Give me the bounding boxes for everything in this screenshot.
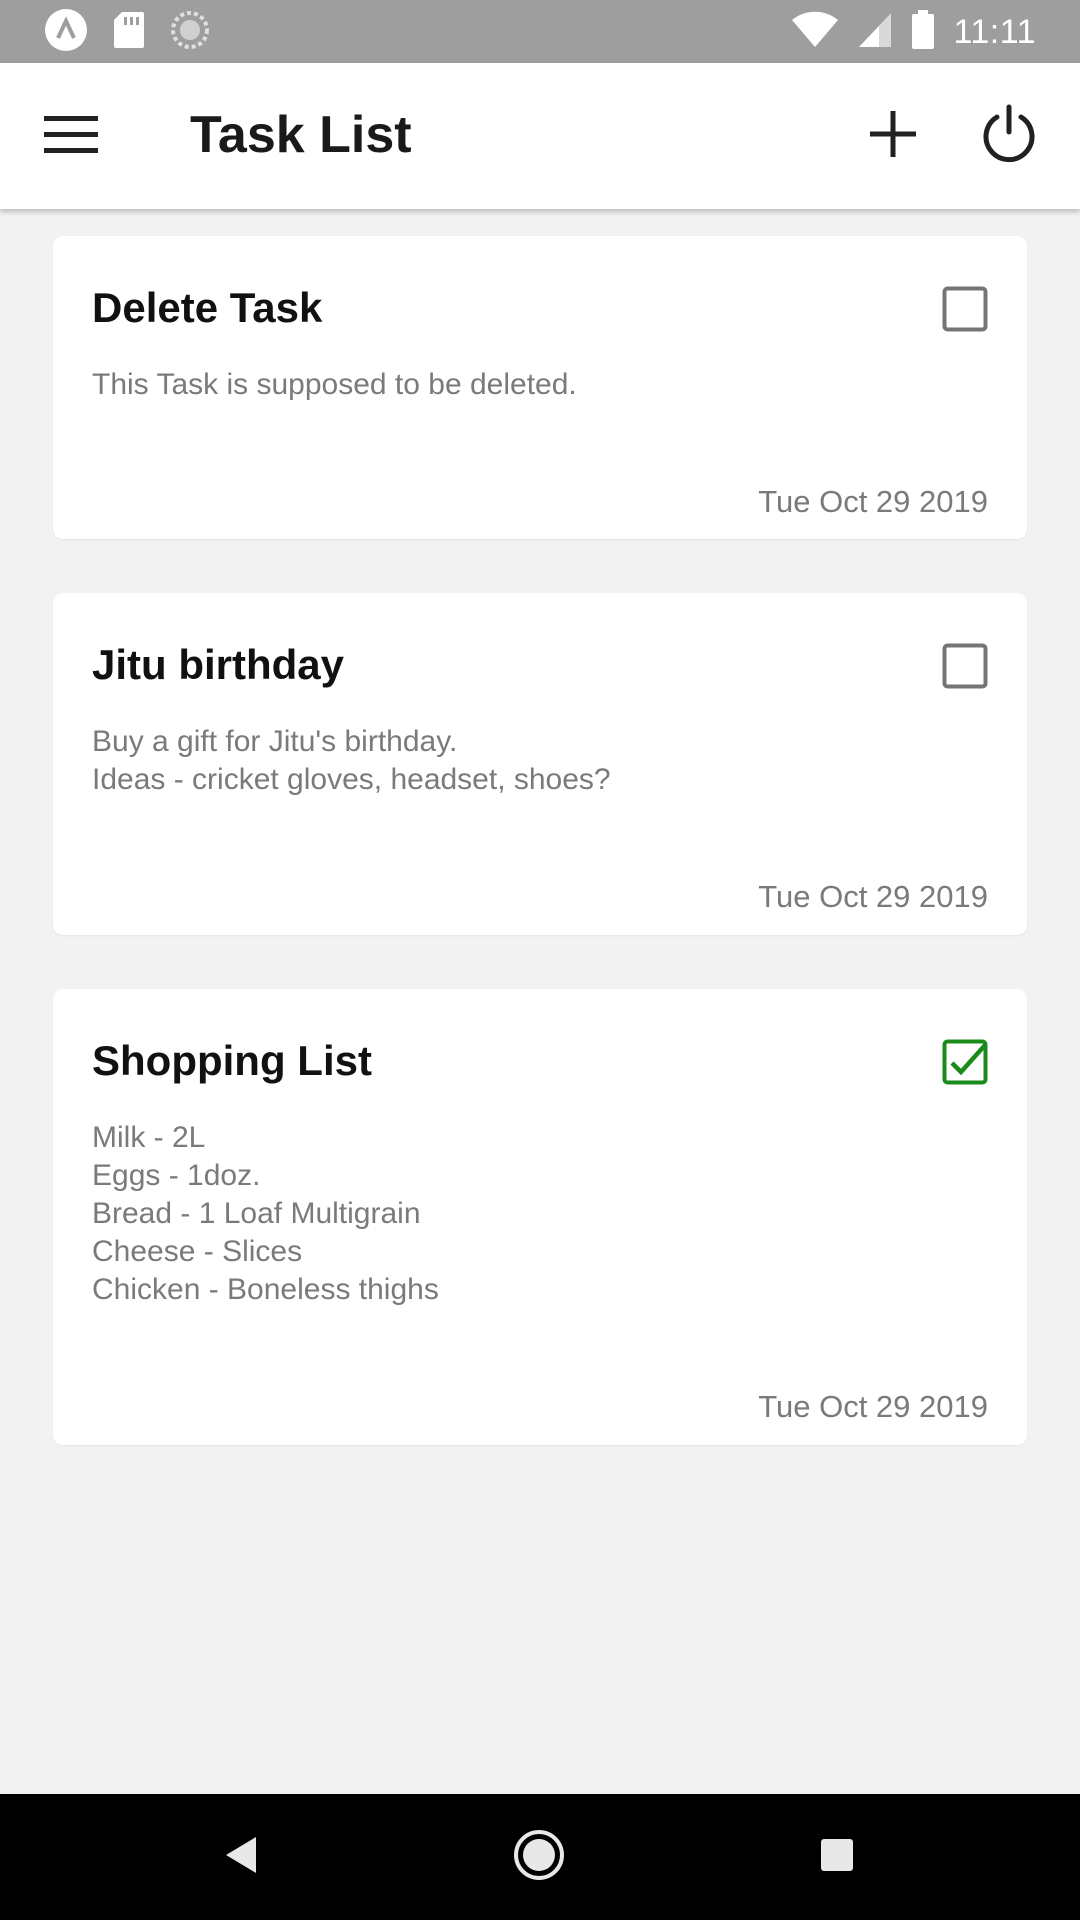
checkbox-checked-icon xyxy=(942,1039,988,1090)
back-icon xyxy=(223,1835,259,1880)
task-description: Milk - 2L Eggs - 1doz. Bread - 1 Loaf Mu… xyxy=(92,1121,439,1306)
task-title: Shopping List xyxy=(92,1037,372,1084)
add-task-button[interactable] xyxy=(848,96,938,176)
app-bar: Task List xyxy=(0,63,1080,209)
task-description: This Task is supposed to be deleted. xyxy=(92,368,577,401)
task-date: Tue Oct 29 2019 xyxy=(758,879,988,914)
menu-button[interactable] xyxy=(26,98,116,174)
status-time: 11:11 xyxy=(953,12,1036,51)
task-card[interactable]: Jitu birthday Buy a gift for Jitu's birt… xyxy=(53,593,1027,935)
navigation-bar xyxy=(0,1794,1080,1920)
home-icon xyxy=(513,1829,565,1886)
sd-card-icon xyxy=(112,10,146,55)
status-left-icons xyxy=(44,8,210,55)
task-checkbox[interactable] xyxy=(935,1034,995,1094)
logout-button[interactable] xyxy=(964,92,1054,180)
sync-icon xyxy=(170,10,210,55)
hamburger-menu-icon xyxy=(44,114,98,159)
task-card[interactable]: Shopping List Milk - 2L Eggs - 1doz. Bre… xyxy=(53,989,1027,1445)
home-button[interactable] xyxy=(494,1819,584,1895)
battery-icon xyxy=(911,9,935,55)
plus-icon xyxy=(870,110,916,162)
status-right-icons: 11:11 xyxy=(791,9,1036,55)
power-icon xyxy=(980,104,1038,169)
app-notification-icon xyxy=(44,8,88,57)
task-title: Jitu birthday xyxy=(92,641,345,688)
task-date: Tue Oct 29 2019 xyxy=(758,1389,988,1424)
task-description: Buy a gift for Jitu's birthday. Ideas - … xyxy=(92,725,611,796)
recents-button[interactable] xyxy=(792,1819,882,1895)
recents-icon xyxy=(819,1837,855,1878)
task-date: Tue Oct 29 2019 xyxy=(758,484,988,519)
task-title: Delete Task xyxy=(92,284,323,331)
task-card[interactable]: Delete Task This Task is supposed to be … xyxy=(53,236,1027,539)
task-checkbox[interactable] xyxy=(935,638,995,698)
task-checkbox[interactable] xyxy=(935,281,995,341)
page-title: Task List xyxy=(190,106,412,164)
signal-icon xyxy=(857,11,893,54)
checkbox-unchecked-icon xyxy=(942,286,988,337)
checkbox-unchecked-icon xyxy=(942,643,988,694)
status-bar: 11:11 xyxy=(0,0,1080,63)
wifi-icon xyxy=(791,11,839,54)
back-button[interactable] xyxy=(196,1819,286,1895)
